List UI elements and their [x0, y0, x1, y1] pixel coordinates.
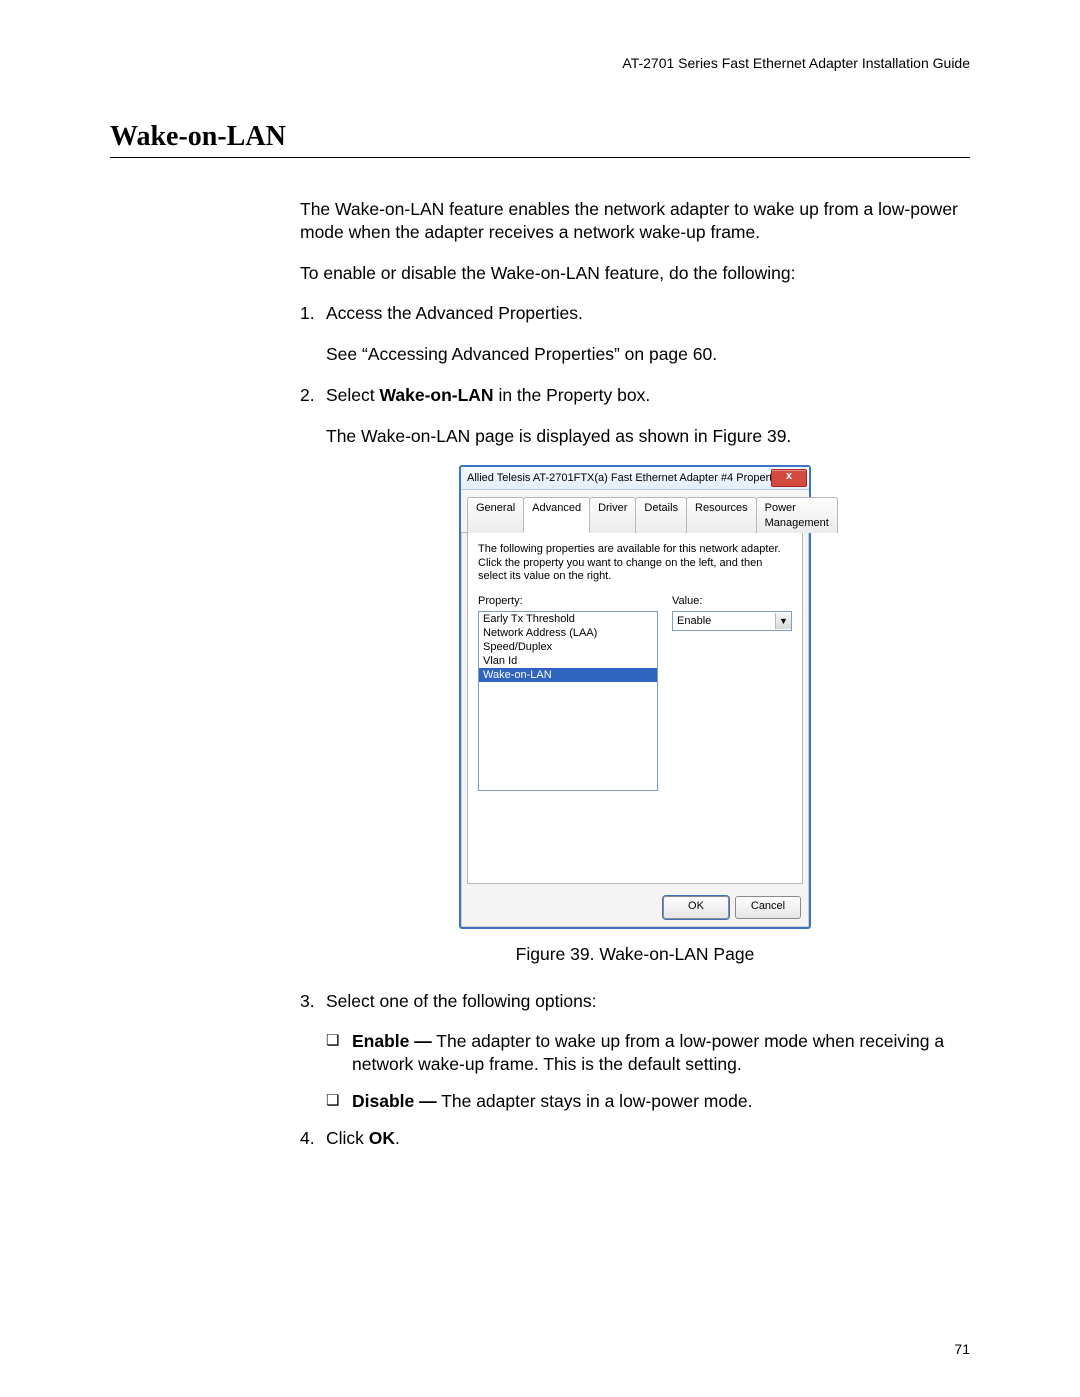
step-2-sub: The Wake-on-LAN page is displayed as sho… — [326, 425, 970, 448]
step-2: 2. Select Wake-on-LAN in the Property bo… — [300, 384, 970, 407]
chevron-down-icon[interactable]: ▼ — [775, 613, 791, 629]
dialog-titlebar: Allied Telesis AT-2701FTX(a) Fast Ethern… — [461, 467, 809, 490]
figure-caption: Figure 39. Wake-on-LAN Page — [300, 943, 970, 966]
running-header: AT-2701 Series Fast Ethernet Adapter Ins… — [110, 55, 970, 71]
step-1-sub: See “Accessing Advanced Properties” on p… — [326, 343, 970, 366]
option-disable-bold: Disable — — [352, 1091, 437, 1111]
step-2-pre: Select — [326, 385, 380, 405]
step-4-bold: OK — [369, 1128, 395, 1148]
option-enable-desc: The adapter to wake up from a low-power … — [352, 1031, 944, 1074]
value-label: Value: — [672, 594, 792, 608]
step-4: 4. Click OK. — [300, 1127, 970, 1150]
step-text: Select one of the following options: — [326, 990, 970, 1013]
list-item-selected[interactable]: Wake-on-LAN — [479, 668, 657, 682]
step-number: 1. — [300, 302, 326, 325]
property-listbox[interactable]: Early Tx Threshold Network Address (LAA)… — [478, 611, 658, 791]
dialog-button-row: OK Cancel — [461, 890, 809, 927]
close-button[interactable]: x — [771, 469, 807, 487]
bullet-icon: ❏ — [326, 1030, 352, 1076]
step-1: 1. Access the Advanced Properties. — [300, 302, 970, 325]
step-4-pre: Click — [326, 1128, 369, 1148]
tab-details[interactable]: Details — [635, 497, 687, 533]
property-label: Property: — [478, 594, 658, 608]
step-number: 3. — [300, 990, 326, 1013]
value-selected: Enable — [673, 614, 775, 628]
properties-dialog: Allied Telesis AT-2701FTX(a) Fast Ethern… — [459, 465, 811, 929]
step-text: Click OK. — [326, 1127, 970, 1150]
option-text: Disable — The adapter stays in a low-pow… — [352, 1090, 970, 1113]
step-2-bold: Wake-on-LAN — [380, 385, 494, 405]
intro-paragraph-2: To enable or disable the Wake-on-LAN fea… — [300, 262, 970, 285]
step-3: 3. Select one of the following options: — [300, 990, 970, 1013]
step-text: Access the Advanced Properties. — [326, 302, 970, 325]
tab-power-management[interactable]: Power Management — [756, 497, 838, 533]
properties-dialog-figure: Allied Telesis AT-2701FTX(a) Fast Ethern… — [459, 465, 811, 929]
option-disable: ❏ Disable — The adapter stays in a low-p… — [326, 1090, 970, 1113]
step-number: 4. — [300, 1127, 326, 1150]
list-item[interactable]: Network Address (LAA) — [479, 626, 657, 640]
bullet-icon: ❏ — [326, 1090, 352, 1113]
body-content: The Wake-on-LAN feature enables the netw… — [300, 198, 970, 1149]
cancel-button[interactable]: Cancel — [735, 896, 801, 919]
page-number: 71 — [954, 1341, 970, 1357]
dialog-tabs: General Advanced Driver Details Resource… — [461, 490, 809, 533]
tab-driver[interactable]: Driver — [589, 497, 636, 533]
ok-button[interactable]: OK — [663, 896, 729, 919]
option-disable-desc: The adapter stays in a low-power mode. — [437, 1091, 753, 1111]
value-combobox[interactable]: Enable ▼ — [672, 611, 792, 631]
step-number: 2. — [300, 384, 326, 407]
option-text: Enable — The adapter to wake up from a l… — [352, 1030, 970, 1076]
intro-paragraph-1: The Wake-on-LAN feature enables the netw… — [300, 198, 970, 244]
tab-advanced-body: The following properties are available f… — [467, 533, 803, 884]
tab-general[interactable]: General — [467, 497, 524, 533]
step-4-post: . — [395, 1128, 400, 1148]
list-item[interactable]: Vlan Id — [479, 654, 657, 668]
option-enable: ❏ Enable — The adapter to wake up from a… — [326, 1030, 970, 1076]
tab-description: The following properties are available f… — [478, 543, 792, 584]
section-title: Wake-on-LAN — [110, 121, 970, 158]
list-item[interactable]: Speed/Duplex — [479, 640, 657, 654]
step-2-post: in the Property box. — [494, 385, 651, 405]
tab-advanced[interactable]: Advanced — [523, 497, 590, 533]
dialog-title: Allied Telesis AT-2701FTX(a) Fast Ethern… — [467, 471, 771, 485]
option-enable-bold: Enable — — [352, 1031, 432, 1051]
list-item[interactable]: Early Tx Threshold — [479, 612, 657, 626]
step-text: Select Wake-on-LAN in the Property box. — [326, 384, 970, 407]
tab-resources[interactable]: Resources — [686, 497, 757, 533]
